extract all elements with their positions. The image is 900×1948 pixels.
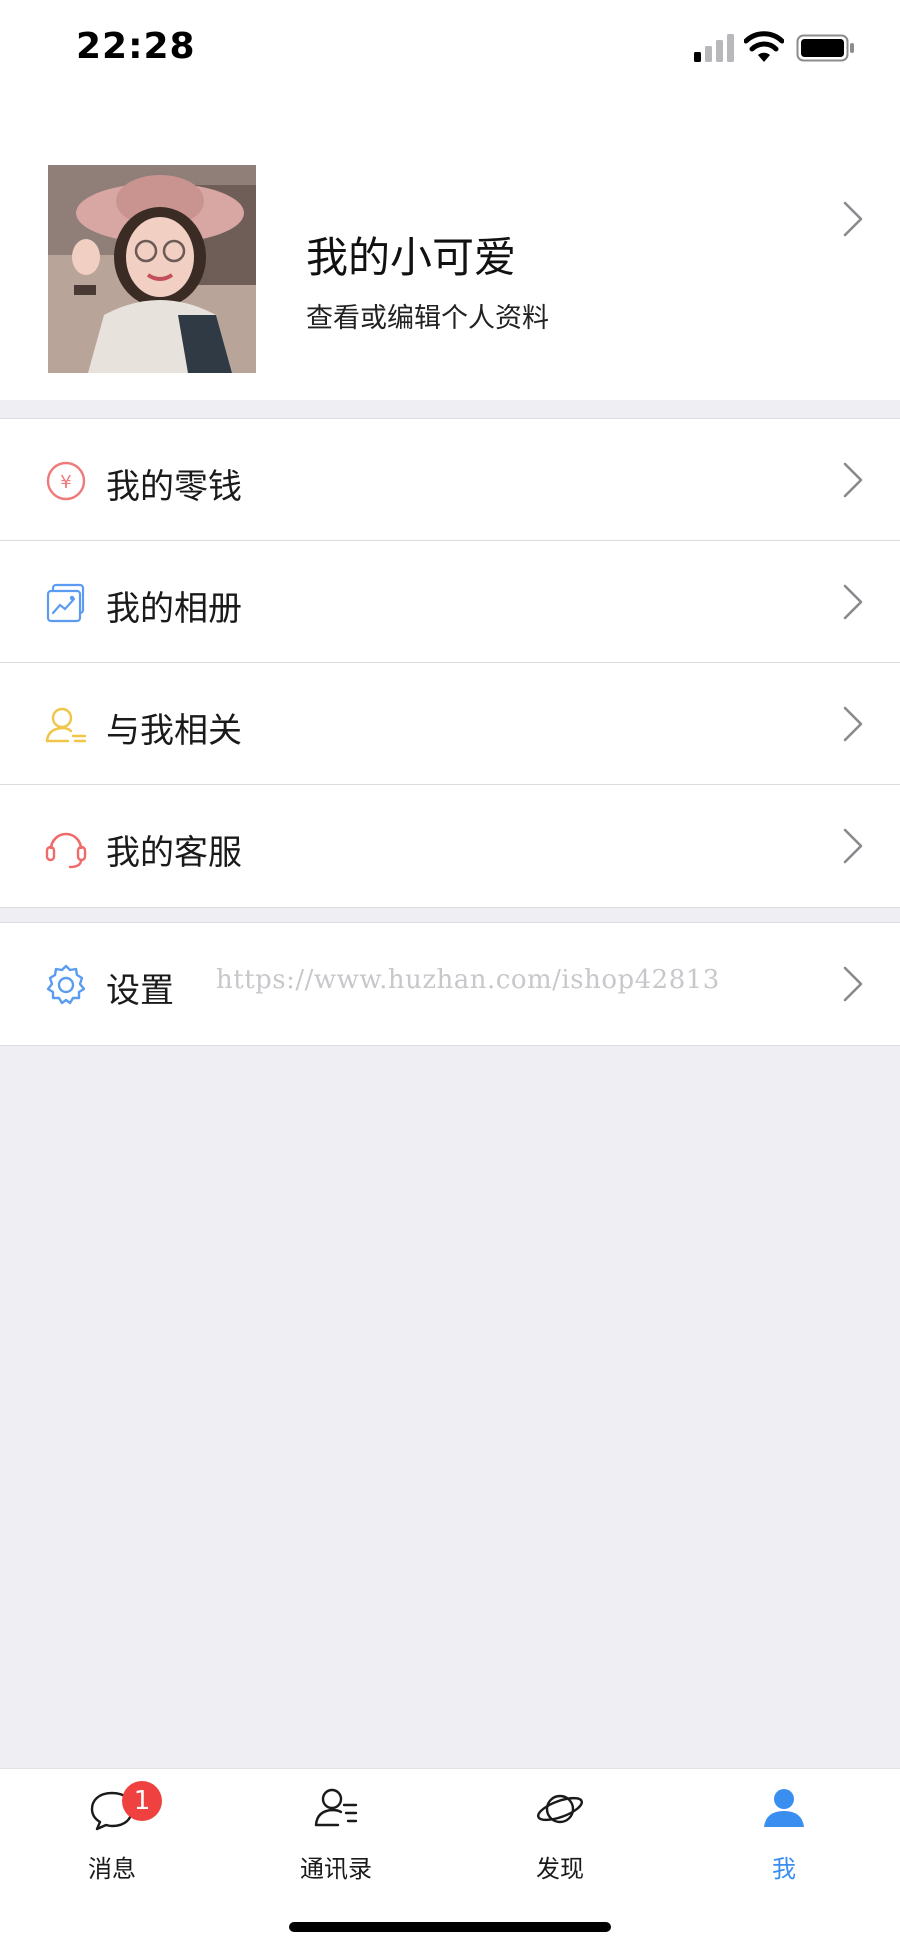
menu-label-settings: 设置 bbox=[106, 971, 174, 1011]
chevron-right-icon bbox=[843, 584, 863, 620]
tab-label-messages: 消息 bbox=[88, 1855, 136, 1883]
menu-item-settings[interactable]: 设置 https://www.huzhan.com/ishop42813 bbox=[0, 923, 900, 1045]
chevron-right-icon bbox=[843, 201, 863, 237]
status-bar: 22:28 bbox=[0, 0, 900, 100]
profile-name: 我的小可爱 bbox=[306, 233, 517, 282]
person-icon bbox=[764, 1789, 804, 1827]
tab-me[interactable]: 我 bbox=[704, 1783, 864, 1893]
contacts-icon bbox=[314, 1788, 358, 1827]
menu-item-related[interactable]: 与我相关 bbox=[0, 663, 900, 785]
tab-contacts[interactable]: 通讯录 bbox=[256, 1783, 416, 1893]
wifi-icon bbox=[744, 31, 784, 62]
avatar[interactable] bbox=[48, 165, 256, 373]
tab-label-discover: 发现 bbox=[536, 1855, 584, 1883]
tab-discover[interactable]: 发现 bbox=[480, 1783, 640, 1893]
menu-group-main: ¥ 我的零钱 我的相册 与我相关 我的客服 bbox=[0, 418, 900, 908]
gear-icon bbox=[46, 964, 86, 1005]
battery-icon bbox=[796, 34, 854, 62]
chevron-right-icon bbox=[843, 462, 863, 498]
menu-item-album[interactable]: 我的相册 bbox=[0, 541, 900, 663]
menu-label-wallet: 我的零钱 bbox=[106, 467, 242, 507]
menu-label-support: 我的客服 bbox=[106, 833, 242, 873]
signal-icon bbox=[694, 34, 734, 62]
status-time: 22:28 bbox=[76, 26, 196, 67]
tab-label-me: 我 bbox=[772, 1855, 796, 1883]
menu-label-related: 与我相关 bbox=[106, 711, 242, 751]
chevron-right-icon bbox=[843, 828, 863, 864]
svg-text:¥: ¥ bbox=[60, 472, 71, 493]
tab-bar: 1 消息 通讯录 发现 我 bbox=[0, 1768, 900, 1948]
menu-item-wallet[interactable]: ¥ 我的零钱 bbox=[0, 419, 900, 541]
headset-icon bbox=[45, 832, 87, 869]
profile-edit-link[interactable]: 查看或编辑个人资料 bbox=[306, 296, 549, 335]
home-indicator[interactable] bbox=[289, 1922, 611, 1932]
avatar-image bbox=[48, 165, 256, 373]
chevron-right-icon bbox=[843, 966, 863, 1002]
user-list-icon bbox=[45, 707, 87, 743]
yen-icon: ¥ bbox=[46, 461, 86, 501]
tab-label-contacts: 通讯录 bbox=[300, 1855, 372, 1883]
album-icon bbox=[46, 583, 85, 623]
profile-card[interactable]: 我的小可爱 查看或编辑个人资料 bbox=[0, 100, 900, 400]
menu-label-album: 我的相册 bbox=[106, 589, 242, 629]
menu-item-support[interactable]: 我的客服 bbox=[0, 785, 900, 907]
chevron-right-icon bbox=[843, 706, 863, 742]
watermark-text: https://www.huzhan.com/ishop42813 bbox=[216, 965, 720, 995]
planet-icon bbox=[537, 1794, 583, 1824]
unread-badge: 1 bbox=[122, 1781, 162, 1821]
tab-messages[interactable]: 1 消息 bbox=[32, 1781, 192, 1893]
menu-group-settings: 设置 https://www.huzhan.com/ishop42813 bbox=[0, 922, 900, 1046]
